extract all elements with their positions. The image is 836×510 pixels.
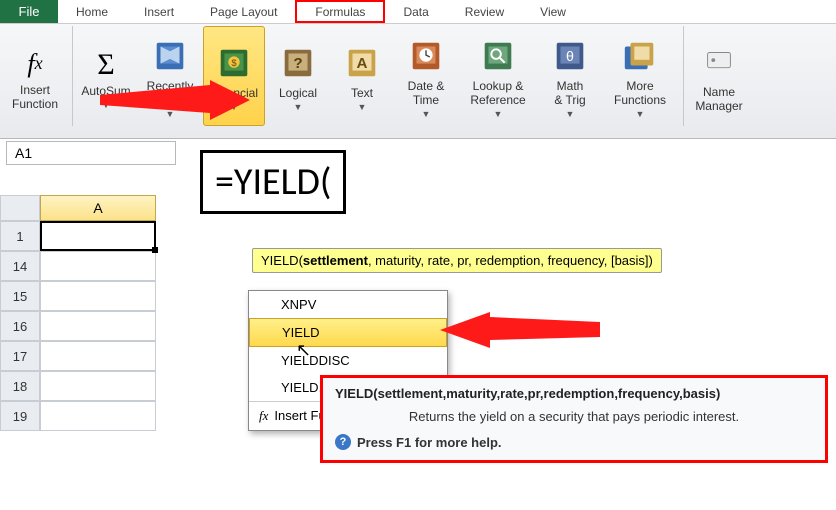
text-label: Text	[351, 86, 373, 100]
recently-used-label: Recently Used	[147, 79, 194, 108]
logical-label: Logical	[279, 86, 317, 100]
book-stack-icon	[621, 37, 659, 75]
chevron-down-icon: ▼	[102, 100, 111, 110]
row-header[interactable]: 16	[0, 311, 40, 341]
cell[interactable]	[40, 341, 156, 371]
help-more-row: ? Press F1 for more help.	[335, 434, 813, 450]
book-question-icon: ?	[279, 44, 317, 82]
chevron-down-icon: ▼	[422, 109, 431, 119]
book-text-icon: A	[343, 44, 381, 82]
chevron-down-icon: ▼	[294, 102, 303, 112]
chevron-down-icon: ▼	[566, 109, 575, 119]
lookup-reference-button[interactable]: Lookup & Reference ▼	[459, 26, 537, 126]
cell[interactable]	[40, 281, 156, 311]
name-box[interactable]: A1	[6, 141, 176, 165]
chevron-down-icon: ▼	[494, 109, 503, 119]
chevron-down-icon: ▼	[358, 102, 367, 112]
formula-bar-input[interactable]: =YIELD(	[200, 150, 346, 214]
ribbon: fx Insert Function Σ AutoSum ▼ Recently …	[0, 24, 836, 139]
row-header[interactable]: 18	[0, 371, 40, 401]
cell[interactable]	[40, 371, 156, 401]
tag-icon	[700, 43, 738, 81]
svg-text:A: A	[357, 55, 368, 72]
book-blue-icon	[151, 37, 189, 75]
math-trig-button[interactable]: θ Math & Trig ▼	[539, 26, 601, 126]
chevron-down-icon: ▼	[636, 109, 645, 119]
text-button[interactable]: A Text ▼	[331, 26, 393, 126]
select-all-corner[interactable]	[0, 195, 40, 221]
chevron-down-icon: ▼	[166, 109, 175, 119]
tab-home[interactable]: Home	[58, 0, 126, 23]
dropdown-item[interactable]: YIELDDISC	[249, 347, 447, 374]
book-theta-icon: θ	[551, 37, 589, 75]
book-green-icon: $	[215, 44, 253, 82]
autosum-label: AutoSum	[81, 84, 130, 98]
row-header[interactable]: 1	[0, 221, 40, 251]
tooltip-active-param: settlement	[303, 253, 368, 268]
tab-data[interactable]: Data	[385, 0, 446, 23]
book-clock-icon	[407, 37, 445, 75]
function-help-tooltip: YIELD(settlement,maturity,rate,pr,redemp…	[320, 375, 828, 463]
svg-text:?: ?	[293, 55, 302, 72]
ribbon-tabs: File Home Insert Page Layout Formulas Da…	[0, 0, 836, 24]
date-time-label: Date & Time	[408, 79, 445, 108]
date-time-button[interactable]: Date & Time ▼	[395, 26, 457, 126]
name-manager-label: Name Manager	[695, 85, 742, 114]
row-header[interactable]: 17	[0, 341, 40, 371]
tab-page-layout[interactable]: Page Layout	[192, 0, 295, 23]
column-header-a[interactable]: A	[40, 195, 156, 221]
insert-function-button[interactable]: fx Insert Function	[4, 26, 66, 126]
tab-insert[interactable]: Insert	[126, 0, 192, 23]
cell[interactable]	[40, 311, 156, 341]
tab-file[interactable]: File	[0, 0, 58, 23]
financial-label: Financial	[210, 86, 258, 100]
book-search-icon	[479, 37, 517, 75]
help-icon: ?	[335, 434, 351, 450]
fx-icon: fx	[27, 45, 42, 83]
math-trig-label: Math & Trig	[554, 79, 585, 108]
svg-text:$: $	[231, 58, 237, 69]
tab-review[interactable]: Review	[447, 0, 522, 23]
name-box-row: A1	[0, 139, 836, 167]
tooltip-fn-name: YIELD	[261, 253, 299, 268]
autosum-button[interactable]: Σ AutoSum ▼	[75, 26, 137, 126]
tooltip-rest-params: , maturity, rate, pr, redemption, freque…	[368, 253, 653, 268]
insert-function-label: Insert Function	[12, 83, 58, 112]
more-functions-button[interactable]: More Functions ▼	[603, 26, 677, 126]
help-description: Returns the yield on a security that pay…	[335, 409, 813, 424]
svg-text:θ: θ	[566, 48, 574, 64]
row-header[interactable]: 19	[0, 401, 40, 431]
lookup-reference-label: Lookup & Reference	[470, 79, 525, 108]
more-functions-label: More Functions	[614, 79, 666, 108]
tab-view[interactable]: View	[522, 0, 584, 23]
tab-formulas[interactable]: Formulas	[295, 0, 385, 23]
financial-button[interactable]: $ Financial ▼	[203, 26, 265, 126]
worksheet-grid: A 1 14 15 16 17 18 19	[0, 195, 156, 431]
cell[interactable]	[40, 401, 156, 431]
dropdown-item[interactable]: XNPV	[249, 291, 447, 318]
row-header[interactable]: 14	[0, 251, 40, 281]
row-header[interactable]: 15	[0, 281, 40, 311]
annotation-arrow-icon	[440, 312, 600, 352]
help-signature: YIELD(settlement,maturity,rate,pr,redemp…	[335, 386, 813, 401]
function-signature-tooltip: YIELD(settlement, maturity, rate, pr, re…	[252, 248, 662, 273]
logical-button[interactable]: ? Logical ▼	[267, 26, 329, 126]
sigma-icon: Σ	[97, 46, 114, 84]
dropdown-item-selected[interactable]: YIELD	[249, 318, 447, 347]
cell-a1[interactable]	[40, 221, 156, 251]
name-manager-button[interactable]: Name Manager	[686, 26, 752, 126]
chevron-down-icon: ▼	[230, 102, 239, 112]
recently-used-button[interactable]: Recently Used ▼	[139, 26, 201, 126]
help-more-text: Press F1 for more help.	[357, 435, 502, 450]
cell[interactable]	[40, 251, 156, 281]
fx-icon: fx	[259, 408, 268, 423]
